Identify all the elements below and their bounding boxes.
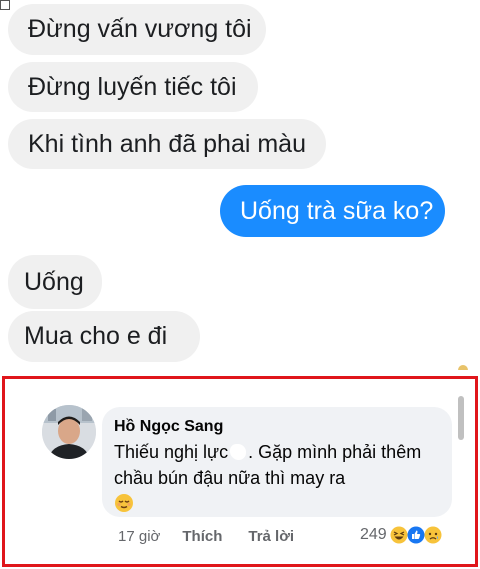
message-text: Đừng vấn vương tôi — [28, 15, 252, 43]
message-bubble-outgoing: Uống trà sữa ko? — [220, 185, 445, 237]
comment-text-part1: Thiếu nghị lực — [114, 442, 229, 462]
message-bubble-incoming: Uống — [8, 255, 102, 309]
message-text: Uống trà sữa ko? — [240, 196, 434, 225]
redacted-mark — [230, 444, 247, 460]
message-text: Khi tình anh đã phai màu — [28, 129, 306, 158]
comment-author[interactable]: Hồ Ngọc Sang — [114, 417, 440, 437]
like-button[interactable]: Thích — [182, 528, 222, 545]
avatar-photo — [42, 405, 96, 459]
comment-timestamp[interactable]: 17 giờ — [118, 528, 160, 545]
haha-icon — [390, 526, 408, 544]
message-text: Uống — [24, 267, 84, 296]
avatar[interactable] — [42, 405, 96, 459]
message-bubble-incoming: Mua cho e đi — [8, 311, 200, 362]
like-icon — [407, 526, 425, 544]
reaction-count: 249 — [360, 526, 387, 543]
comment-bubble: Hồ Ngọc Sang Thiếu nghị lực. Gặp mình ph… — [102, 407, 452, 517]
reply-button[interactable]: Trả lời — [248, 528, 294, 545]
scrollbar[interactable] — [458, 396, 464, 440]
message-text: Đừng luyến tiếc tôi — [28, 72, 237, 101]
comment-actions: 17 giờ Thích Trả lời — [118, 528, 294, 545]
message-bubble-incoming: Đừng vấn vương tôi — [8, 4, 266, 55]
reaction-summary[interactable]: 249 — [360, 526, 442, 544]
sad-icon — [424, 526, 442, 544]
corner-checkbox — [0, 0, 10, 10]
message-text: Mua cho e đi — [24, 322, 168, 350]
seen-indicator — [458, 365, 468, 370]
message-bubble-incoming: Đừng luyến tiếc tôi — [8, 62, 258, 112]
relieved-face-icon — [115, 494, 133, 512]
message-bubble-incoming: Khi tình anh đã phai màu — [8, 119, 326, 169]
chat-conversation: Đừng vấn vương tôi Đừng luyến tiếc tôi K… — [0, 0, 480, 375]
comment-text: Thiếu nghị lực. Gặp mình phải thêm chầu … — [114, 439, 440, 517]
